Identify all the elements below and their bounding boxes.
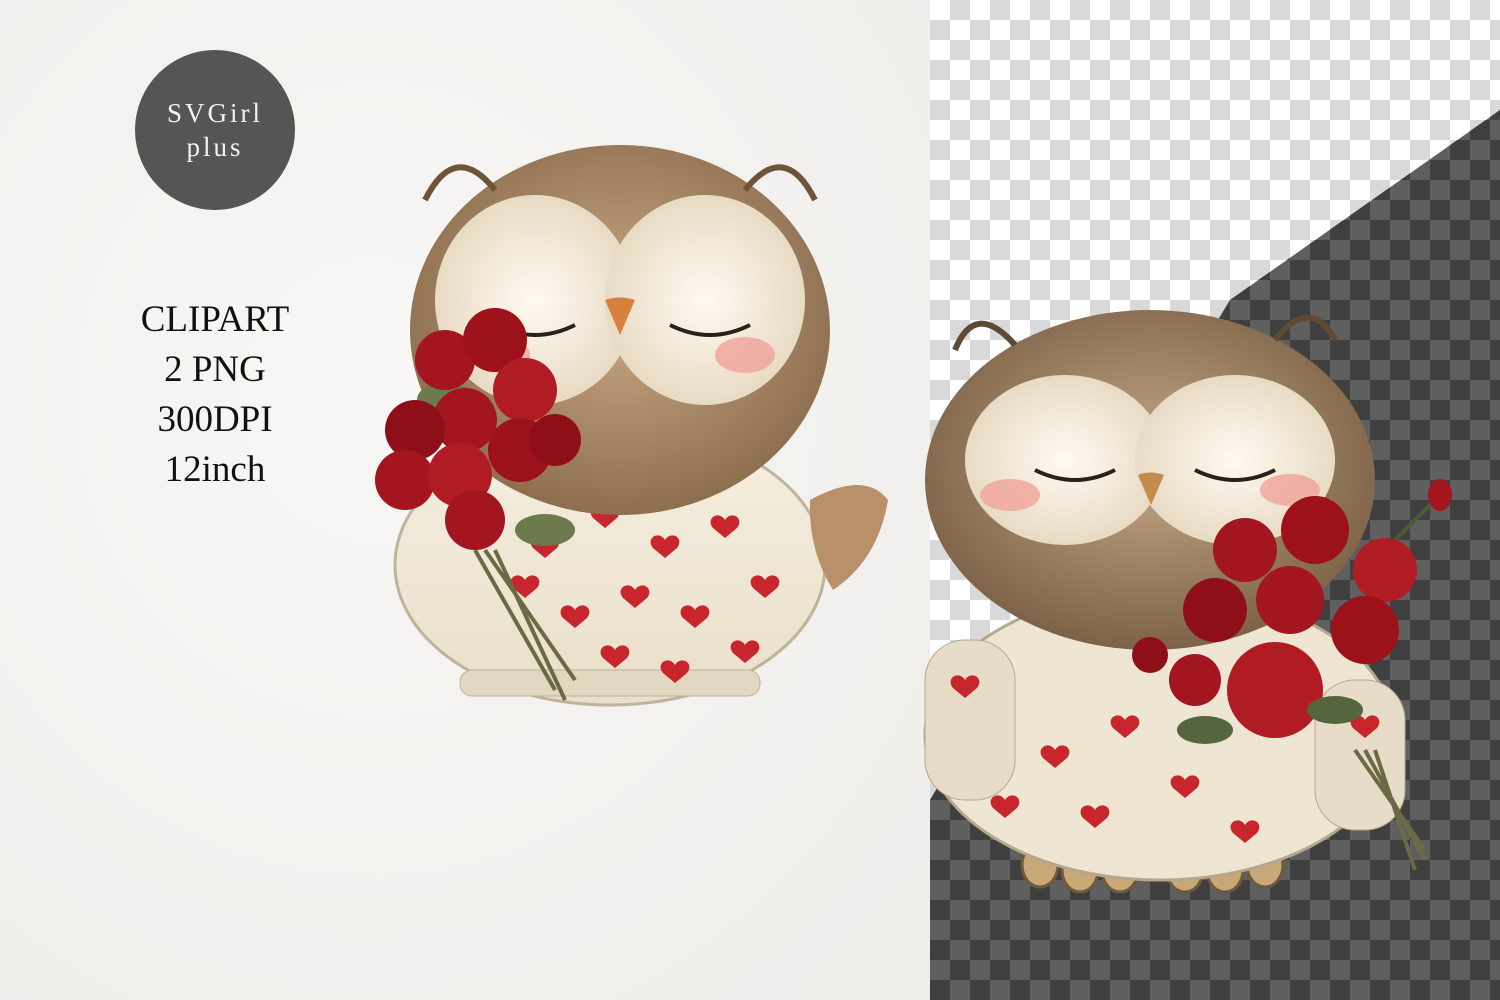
owl-illustration-left <box>375 145 888 707</box>
cheek-right <box>715 337 775 373</box>
sweater-hem <box>459 669 761 697</box>
cheek-left <box>980 479 1040 511</box>
logo-line-2: plus <box>186 132 244 162</box>
sleeve-left <box>924 639 1016 801</box>
brand-logo: SVGirl plus <box>135 50 295 210</box>
owl-illustration-right <box>923 310 1452 894</box>
logo-line-1: SVGirl <box>166 98 263 128</box>
